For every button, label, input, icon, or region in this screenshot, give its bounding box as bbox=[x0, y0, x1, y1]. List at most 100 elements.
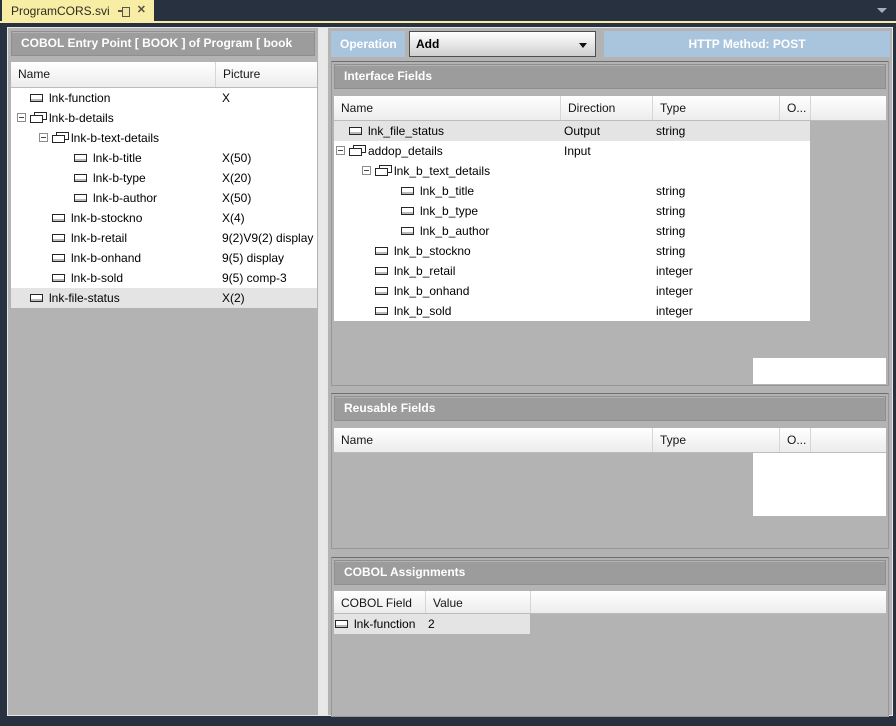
field-icon bbox=[30, 94, 43, 102]
field-name: lnk_b_text_details bbox=[394, 164, 490, 178]
document-list-dropdown-icon[interactable] bbox=[877, 8, 887, 13]
cell-value: 2 bbox=[428, 617, 435, 631]
tab-strip: ProgramCORS.svi ✕ bbox=[0, 0, 896, 23]
tree-row-lnk-b-stockno[interactable]: lnk-b-stocknoX(4) bbox=[11, 208, 317, 228]
field-name: lnk_b_title bbox=[420, 184, 474, 198]
collapse-toggle-icon[interactable] bbox=[17, 113, 26, 122]
group-icon bbox=[375, 165, 390, 176]
operation-row: Operation Add HTTP Method: POST bbox=[331, 31, 890, 57]
column-header-blank[interactable] bbox=[530, 591, 887, 613]
tree-row-lnk-b-retail[interactable]: lnk-b-retail 9(2)V9(2) display bbox=[11, 228, 317, 248]
cell-picture: 9(2)V9(2) display bbox=[222, 231, 313, 245]
column-header-o[interactable]: O... bbox=[779, 96, 810, 120]
tree-row-lnk-function[interactable]: lnk-function 2 bbox=[334, 614, 530, 634]
field-name: lnk-b-text-details bbox=[71, 131, 159, 145]
tree-row-lnk_b_sold[interactable]: lnk_b_sold integer bbox=[334, 301, 810, 321]
scroll-corner bbox=[753, 358, 886, 384]
tree-row-lnk-file-status[interactable]: lnk-file-statusX(2) bbox=[11, 288, 317, 308]
reusable-fields-section: Reusable Fields NameTypeO... bbox=[331, 393, 889, 549]
collapse-toggle-icon[interactable] bbox=[336, 146, 345, 155]
reusable-fields-header: NameTypeO... bbox=[334, 428, 886, 453]
cobol-assignments-header: COBOL FieldValue bbox=[334, 591, 886, 614]
tab-title: ProgramCORS.svi bbox=[11, 4, 110, 18]
field-icon bbox=[401, 207, 414, 215]
tree-row-lnk-function[interactable]: lnk-functionX bbox=[11, 88, 317, 108]
tree-row-lnk_b_retail[interactable]: lnk_b_retail integer bbox=[334, 261, 810, 281]
collapse-toggle-icon[interactable] bbox=[362, 166, 371, 175]
tree-row-lnk-b-title[interactable]: lnk-b-title X(50) bbox=[11, 148, 317, 168]
column-header-o[interactable]: O... bbox=[779, 428, 810, 452]
cobol-assignments-title: COBOL Assignments bbox=[334, 560, 886, 585]
field-icon bbox=[375, 247, 388, 255]
field-icon bbox=[401, 187, 414, 195]
cell-type: string bbox=[656, 184, 685, 198]
tree-row-lnk-b-text-details[interactable]: lnk-b-text-details bbox=[11, 128, 317, 148]
field-name: lnk_b_retail bbox=[394, 264, 455, 278]
operation-select[interactable]: Add bbox=[409, 31, 596, 57]
tree-row-lnk_b_author[interactable]: lnk_b_authorstring bbox=[334, 221, 810, 241]
interface-fields-header: NameDirectionTypeO... bbox=[334, 96, 886, 121]
column-header-blank[interactable] bbox=[810, 96, 888, 120]
tree-row-addop_details[interactable]: addop_detailsInput bbox=[334, 141, 810, 161]
cell-picture: 9(5) comp-3 bbox=[222, 271, 287, 285]
field-name: lnk-b-title bbox=[93, 151, 142, 165]
tree-row-lnk_b_title[interactable]: lnk_b_title string bbox=[334, 181, 810, 201]
tab-programcors[interactable]: ProgramCORS.svi ✕ bbox=[2, 0, 154, 21]
column-header-name[interactable]: Name bbox=[11, 62, 215, 87]
cell-picture: X(50) bbox=[222, 191, 251, 205]
column-header-direction[interactable]: Direction bbox=[560, 96, 652, 120]
field-icon bbox=[74, 194, 87, 202]
interface-fields-tree: lnk_file_statusOutputstringaddop_details… bbox=[334, 121, 810, 321]
panel-splitter[interactable] bbox=[319, 27, 327, 716]
tree-row-lnk-b-type[interactable]: lnk-b-typeX(20) bbox=[11, 168, 317, 188]
cell-picture: X(20) bbox=[222, 171, 251, 185]
tree-row-lnk_file_status[interactable]: lnk_file_statusOutputstring bbox=[334, 121, 810, 141]
reusable-fields-title: Reusable Fields bbox=[334, 396, 886, 421]
collapse-toggle-icon[interactable] bbox=[39, 133, 48, 142]
column-header-name[interactable]: Name bbox=[334, 428, 652, 452]
tree-row-lnk_b_stockno[interactable]: lnk_b_stocknostring bbox=[334, 241, 810, 261]
cobol-entry-point-panel: COBOL Entry Point [ BOOK ] of Program [ … bbox=[7, 27, 319, 716]
pin-icon[interactable] bbox=[118, 5, 129, 17]
field-icon bbox=[52, 274, 65, 282]
field-icon bbox=[30, 294, 43, 302]
column-header-name[interactable]: Name bbox=[334, 96, 560, 120]
tree-row-lnk-b-details[interactable]: lnk-b-details bbox=[11, 108, 317, 128]
close-icon[interactable]: ✕ bbox=[137, 5, 146, 16]
field-name: lnk-function bbox=[354, 617, 415, 631]
cell-type: string bbox=[656, 244, 685, 258]
cobol-structure-tree: lnk-functionX lnk-b-details lnk-b-text-det… bbox=[11, 88, 317, 308]
column-header-blank[interactable] bbox=[810, 428, 888, 452]
tree-row-lnk-b-onhand[interactable]: lnk-b-onhand9(5) display bbox=[11, 248, 317, 268]
interface-fields-section: Interface Fields NameDirectionTypeO... l… bbox=[331, 61, 889, 386]
field-name: lnk-b-sold bbox=[71, 271, 123, 285]
operation-selected-value: Add bbox=[416, 37, 439, 51]
field-name: lnk-b-details bbox=[49, 111, 114, 125]
left-table-header: NamePicture bbox=[11, 62, 317, 88]
field-name: lnk_b_sold bbox=[394, 304, 451, 318]
field-name: lnk-function bbox=[49, 91, 110, 105]
cell-picture: X(50) bbox=[222, 151, 251, 165]
tree-row-lnk_b_type[interactable]: lnk_b_typestring bbox=[334, 201, 810, 221]
tree-row-lnk_b_onhand[interactable]: lnk_b_onhandinteger bbox=[334, 281, 810, 301]
tree-row-lnk-b-author[interactable]: lnk-b-authorX(50) bbox=[11, 188, 317, 208]
cell-direction: Input bbox=[564, 144, 591, 158]
cell-type: integer bbox=[656, 304, 693, 318]
field-icon bbox=[52, 234, 65, 242]
column-header-type[interactable]: Type bbox=[652, 96, 779, 120]
field-icon bbox=[375, 287, 388, 295]
column-header-cobol-field[interactable]: COBOL Field bbox=[334, 591, 425, 613]
group-icon bbox=[30, 112, 45, 123]
column-header-picture[interactable]: Picture bbox=[215, 62, 317, 87]
tree-row-lnk-b-sold[interactable]: lnk-b-sold 9(5) comp-3 bbox=[11, 268, 317, 288]
column-header-type[interactable]: Type bbox=[652, 428, 779, 452]
cell-picture: X(2) bbox=[222, 291, 245, 305]
cell-type: integer bbox=[656, 264, 693, 278]
field-icon bbox=[74, 174, 87, 182]
column-header-value[interactable]: Value bbox=[425, 591, 530, 613]
group-icon bbox=[349, 145, 364, 156]
field-name: lnk-b-retail bbox=[71, 231, 127, 245]
field-icon bbox=[335, 620, 348, 628]
tree-row-lnk_b_text_details[interactable]: lnk_b_text_details bbox=[334, 161, 810, 181]
scroll-corner bbox=[753, 453, 886, 516]
